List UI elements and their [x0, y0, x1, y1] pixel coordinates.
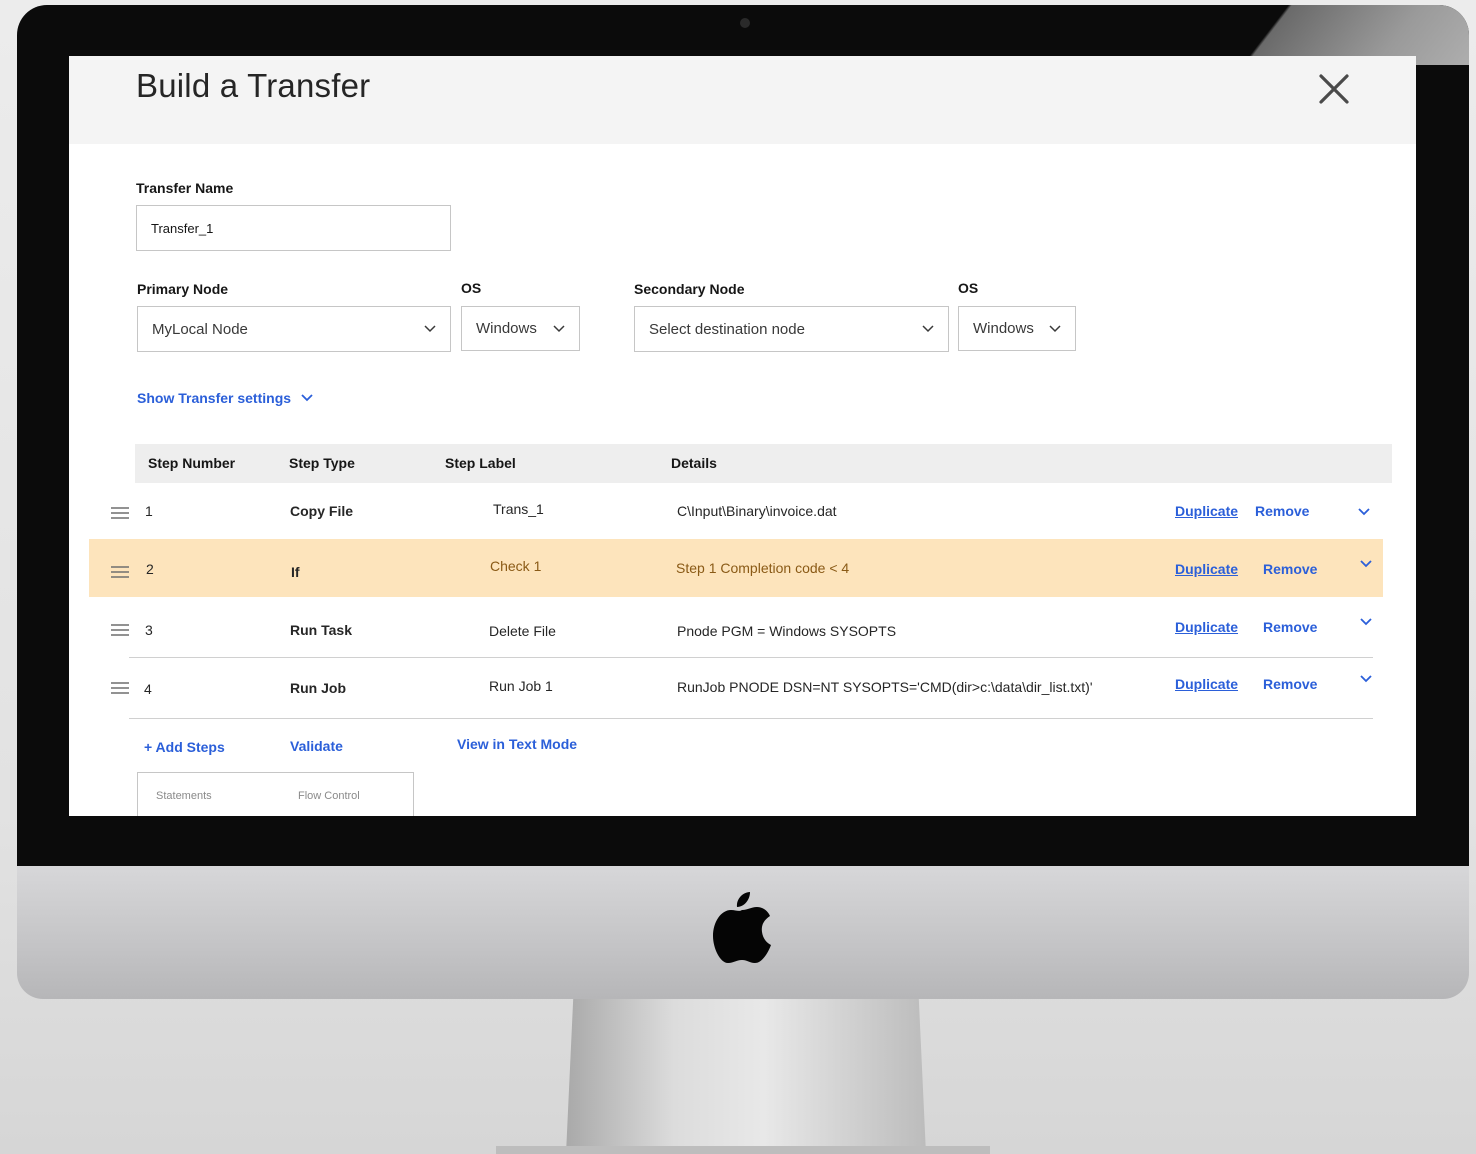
step-type: Run Task [290, 622, 352, 638]
remove-button[interactable]: Remove [1255, 503, 1309, 519]
stand-base [496, 1146, 990, 1154]
remove-button[interactable]: Remove [1263, 676, 1317, 692]
step-label: Delete File [489, 623, 556, 639]
modal-title: Build a Transfer [136, 67, 371, 104]
primary-node-label: Primary Node [137, 281, 229, 297]
step-details: Step 1 Completion code < 4 [676, 560, 850, 576]
add-steps-button[interactable]: + Add Steps [144, 739, 225, 755]
step-label: Run Job 1 [489, 678, 553, 694]
modal-header: Build a Transfer [69, 56, 1416, 144]
secondary-os-value: Windows [973, 320, 1034, 337]
step-details: RunJob PNODE DSN=NT SYSOPTS='CMD(dir>c:\… [677, 679, 1093, 695]
primary-os-value: Windows [476, 320, 537, 337]
camera [740, 18, 750, 28]
chevron-down-icon[interactable] [1360, 618, 1372, 626]
monitor-stand [566, 999, 926, 1154]
row-divider [129, 657, 1373, 658]
step-number: 3 [145, 622, 153, 638]
table-row[interactable]: 1 Copy File Trans_1 C\Input\Binary\invoi… [89, 483, 1383, 541]
steps-table-header: Step Number Step Type Step Label Details [135, 444, 1392, 483]
step-number: 1 [145, 503, 153, 519]
step-label: Trans_1 [493, 501, 544, 517]
table-row[interactable]: 3 Run Task Delete File Pnode PGM = Windo… [89, 599, 1383, 658]
step-number: 4 [144, 681, 152, 697]
step-type: If [291, 564, 300, 580]
chevron-down-icon[interactable] [1360, 675, 1372, 683]
view-text-mode-button[interactable]: View in Text Mode [457, 736, 577, 752]
step-palette-tabs: Statements Flow Control [137, 772, 414, 816]
chevron-down-icon [424, 325, 436, 333]
primary-node-select[interactable]: MyLocal Node [137, 306, 451, 352]
chevron-down-icon[interactable] [1358, 508, 1370, 516]
drag-handle-icon[interactable] [110, 565, 130, 579]
primary-os-label: OS [461, 280, 482, 296]
duplicate-button[interactable]: Duplicate [1175, 676, 1238, 692]
column-step-number: Step Number [148, 455, 236, 471]
table-row[interactable]: 2 If Check 1 Step 1 Completion code < 4 … [89, 539, 1383, 597]
drag-handle-icon[interactable] [110, 623, 130, 637]
duplicate-button[interactable]: Duplicate [1175, 619, 1238, 635]
drag-handle-icon[interactable] [110, 506, 130, 520]
close-icon[interactable] [1317, 72, 1351, 106]
tab-statements[interactable]: Statements [156, 790, 212, 802]
duplicate-button[interactable]: Duplicate [1175, 503, 1238, 519]
chevron-down-icon [922, 325, 934, 333]
apple-logo-icon [713, 892, 771, 963]
validate-button[interactable]: Validate [290, 738, 343, 754]
tab-flow-control[interactable]: Flow Control [298, 790, 360, 802]
table-row[interactable]: 4 Run Job Run Job 1 RunJob PNODE DSN=NT … [89, 659, 1383, 719]
primary-node-value: MyLocal Node [152, 320, 248, 338]
remove-button[interactable]: Remove [1263, 619, 1317, 635]
step-label: Check 1 [490, 558, 542, 574]
drag-handle-icon[interactable] [110, 681, 130, 695]
remove-button[interactable]: Remove [1263, 561, 1317, 577]
chevron-down-icon [1049, 324, 1061, 332]
step-type: Copy File [290, 503, 354, 519]
column-step-type: Step Type [289, 455, 355, 471]
chevron-down-icon[interactable] [1360, 560, 1372, 568]
transfer-name-label: Transfer Name [136, 180, 234, 196]
step-number: 2 [146, 561, 154, 577]
secondary-node-value: Select destination node [649, 320, 805, 338]
secondary-os-select[interactable]: Windows [958, 306, 1076, 351]
step-type: Run Job [290, 680, 346, 696]
chevron-down-icon [301, 394, 313, 402]
primary-os-select[interactable]: Windows [461, 306, 580, 351]
duplicate-button[interactable]: Duplicate [1175, 561, 1238, 577]
step-details: Pnode PGM = Windows SYSOPTS [677, 623, 897, 639]
show-transfer-settings-label: Show Transfer settings [137, 390, 292, 406]
chevron-down-icon [553, 324, 565, 332]
column-details: Details [671, 455, 717, 471]
secondary-node-select[interactable]: Select destination node [634, 306, 949, 352]
secondary-node-label: Secondary Node [634, 281, 745, 297]
row-divider [129, 718, 1373, 719]
column-step-label: Step Label [445, 455, 516, 471]
show-transfer-settings-toggle[interactable]: Show Transfer settings [137, 390, 313, 406]
step-details: C\Input\Binary\invoice.dat [677, 503, 837, 519]
screen: Build a Transfer Transfer Name Primary N… [69, 56, 1416, 816]
secondary-os-label: OS [958, 280, 979, 296]
transfer-name-input[interactable] [136, 205, 451, 251]
